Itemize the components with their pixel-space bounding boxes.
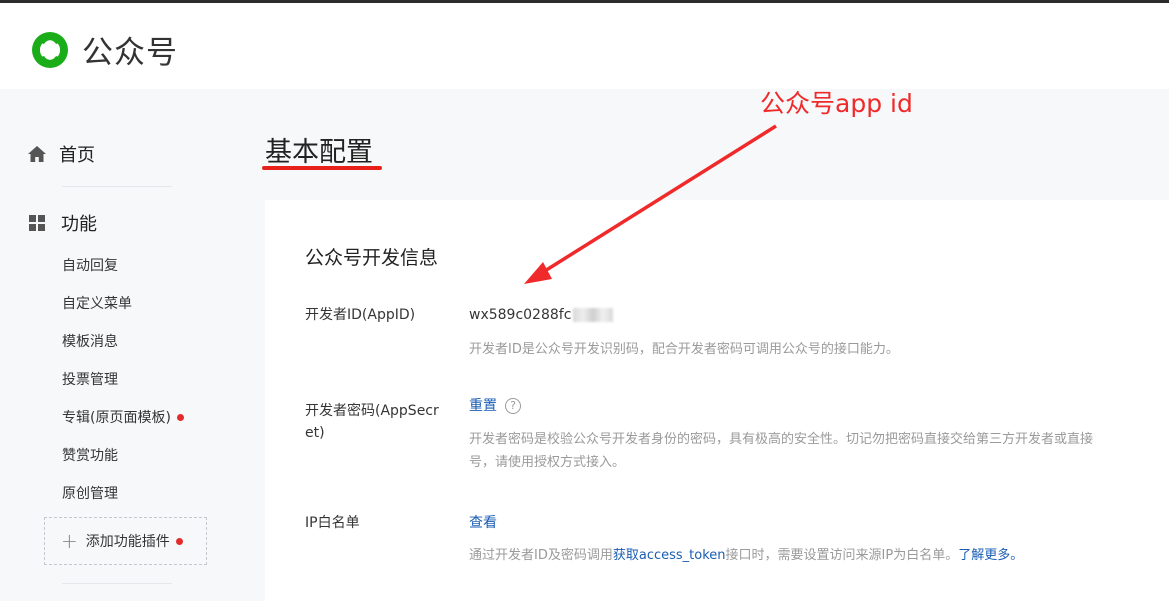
- sidebar-item-home[interactable]: 首页: [27, 141, 95, 167]
- new-badge-dot: [176, 413, 184, 421]
- sidebar-divider: [62, 583, 172, 584]
- add-plugin-button[interactable]: + 添加功能插件: [44, 517, 207, 565]
- sidebar-divider: [62, 186, 172, 187]
- sidebar-item-vote-management[interactable]: 投票管理: [62, 369, 118, 389]
- appid-text: wx589c0288fc: [469, 307, 572, 323]
- sidebar: 首页 功能 自动回复 自定义菜单 模板消息 投票管理 专辑(原页面模板) 赞赏功…: [0, 89, 225, 601]
- home-icon: [28, 146, 46, 162]
- sidebar-item-label: 赞赏功能: [62, 448, 118, 464]
- top-header: 公众号: [0, 3, 1169, 89]
- sidebar-item-label: 模板消息: [62, 334, 118, 350]
- sidebar-item-original-management[interactable]: 原创管理: [62, 483, 118, 503]
- developer-info-panel: 公众号开发信息 开发者ID(AppID) wx589c0288fc 开发者ID是…: [265, 200, 1169, 601]
- sidebar-item-auto-reply[interactable]: 自动回复: [62, 255, 118, 275]
- add-plugin-label: 添加功能插件: [85, 534, 170, 550]
- reset-secret-link[interactable]: 重置: [469, 398, 497, 414]
- sidebar-item-label: 自定义菜单: [62, 296, 132, 312]
- sidebar-item-label: 原创管理: [62, 486, 118, 502]
- annotation-label: 公众号app id: [760, 89, 913, 118]
- sidebar-item-label: 投票管理: [62, 372, 118, 388]
- wechat-mp-logo-icon[interactable]: [28, 28, 72, 72]
- sidebar-section-label: 功能: [61, 214, 97, 235]
- redacted-mask: [573, 308, 614, 322]
- appid-label: 开发者ID(AppID): [305, 307, 416, 323]
- plus-icon: +: [61, 529, 78, 553]
- access-token-link[interactable]: 获取access_token: [613, 548, 726, 563]
- appid-value[interactable]: wx589c0288fc: [469, 304, 614, 326]
- sidebar-item-template-message[interactable]: 模板消息: [62, 331, 118, 351]
- appsecret-description-line2: 号，请使用授权方式接入。: [469, 455, 626, 470]
- ip-whitelist-description: 通过开发者ID及密码调用获取access_token接口时，需要设置访问来源IP…: [469, 545, 1023, 567]
- desc-text: 通过开发者ID及密码调用: [469, 548, 613, 563]
- sidebar-item-label: 首页: [59, 145, 95, 166]
- grid-icon: [29, 215, 45, 231]
- sidebar-item-label: 自动回复: [62, 258, 118, 274]
- sidebar-section-features[interactable]: 功能: [27, 210, 97, 236]
- ip-whitelist-label: IP白名单: [305, 515, 360, 531]
- appsecret-description-line1: 开发者密码是校验公众号开发者身份的密码，具有极高的安全性。切记勿把密码直接交给第…: [469, 432, 1094, 447]
- sidebar-item-label: 专辑(原页面模板): [62, 410, 171, 426]
- section-title: 公众号开发信息: [305, 247, 439, 269]
- new-badge-dot: [175, 537, 183, 545]
- desc-text: 接口时，需要设置访问来源IP为白名单。: [725, 548, 959, 563]
- app-title[interactable]: 公众号: [82, 27, 178, 72]
- view-whitelist-link[interactable]: 查看: [469, 515, 497, 531]
- ip-whitelist-actions: 查看: [469, 512, 497, 534]
- annotation-underline: [262, 166, 382, 170]
- sidebar-item-reward[interactable]: 赞赏功能: [62, 445, 118, 465]
- page-title: 基本配置: [265, 137, 373, 168]
- help-icon[interactable]: ?: [505, 398, 521, 414]
- sidebar-item-custom-menu[interactable]: 自定义菜单: [62, 293, 132, 313]
- appid-description: 开发者ID是公众号开发识别码，配合开发者密码可调用公众号的接口能力。: [469, 342, 899, 357]
- appsecret-label: 开发者密码(AppSecret): [305, 403, 439, 441]
- appsecret-actions: 重置?: [469, 395, 521, 417]
- sidebar-item-album[interactable]: 专辑(原页面模板): [62, 407, 184, 427]
- learn-more-link[interactable]: 了解更多。: [958, 548, 1023, 563]
